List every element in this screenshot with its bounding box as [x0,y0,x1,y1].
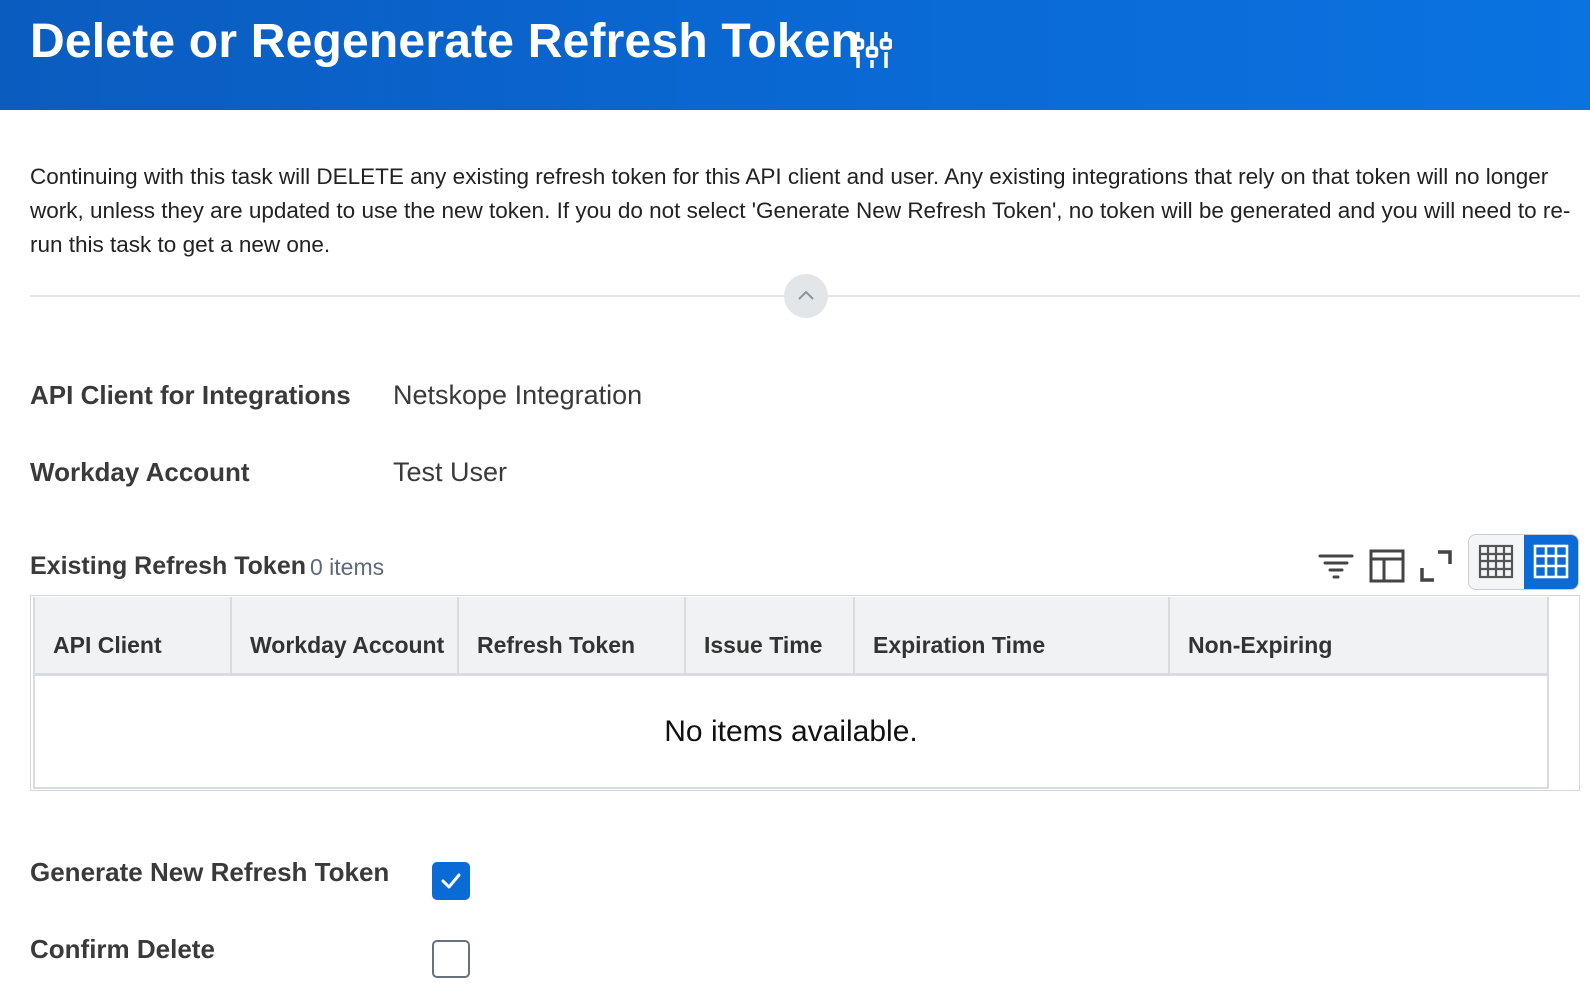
grid-title: Existing Refresh Token [30,552,306,580]
view-toggle [1468,534,1579,590]
column-header-refresh-token[interactable]: Refresh Token [459,597,686,673]
confirm-delete-label: Confirm Delete [30,934,215,964]
grid-header-row: API Client Workday Account Refresh Token… [35,597,1547,676]
grid-item-count: 0 items [310,554,385,580]
chevron-up-icon [798,290,814,300]
table-view-icon [1478,544,1514,579]
api-client-value: Netskope Integration [393,380,643,410]
grid-view-icon [1533,544,1569,579]
related-actions-icon[interactable] [851,28,893,72]
page-header: Delete or Regenerate Refresh Token [0,0,1590,110]
column-header-api-client[interactable]: API Client [35,597,232,673]
fullscreen-icon[interactable] [1418,548,1454,584]
table-view-button[interactable] [1469,535,1524,589]
column-header-expiration-time[interactable]: Expiration Time [855,597,1170,673]
workday-account-label: Workday Account [30,457,250,487]
columns-icon[interactable] [1369,548,1405,584]
workday-account-value: Test User [393,457,508,487]
checkmark-icon [441,873,461,889]
empty-grid-message: No items available. [664,715,918,748]
confirm-delete-checkbox[interactable] [432,940,470,978]
api-client-label: API Client for Integrations [30,380,351,410]
column-header-workday-account[interactable]: Workday Account [232,597,459,673]
grid-view-button[interactable] [1524,535,1578,589]
refresh-token-grid: API Client Workday Account Refresh Token… [30,595,1580,791]
generate-new-token-label: Generate New Refresh Token [30,857,390,887]
column-header-non-expiring[interactable]: Non-Expiring [1170,597,1547,673]
page-title: Delete or Regenerate Refresh Token [30,15,861,68]
column-header-issue-time[interactable]: Issue Time [686,597,855,673]
task-instructions: Continuing with this task will DELETE an… [30,164,1571,257]
grid-body: API Client Workday Account Refresh Token… [33,597,1549,789]
generate-new-token-checkbox[interactable] [432,862,470,900]
collapse-instructions-button[interactable] [784,274,828,318]
filter-icon[interactable] [1316,550,1356,582]
